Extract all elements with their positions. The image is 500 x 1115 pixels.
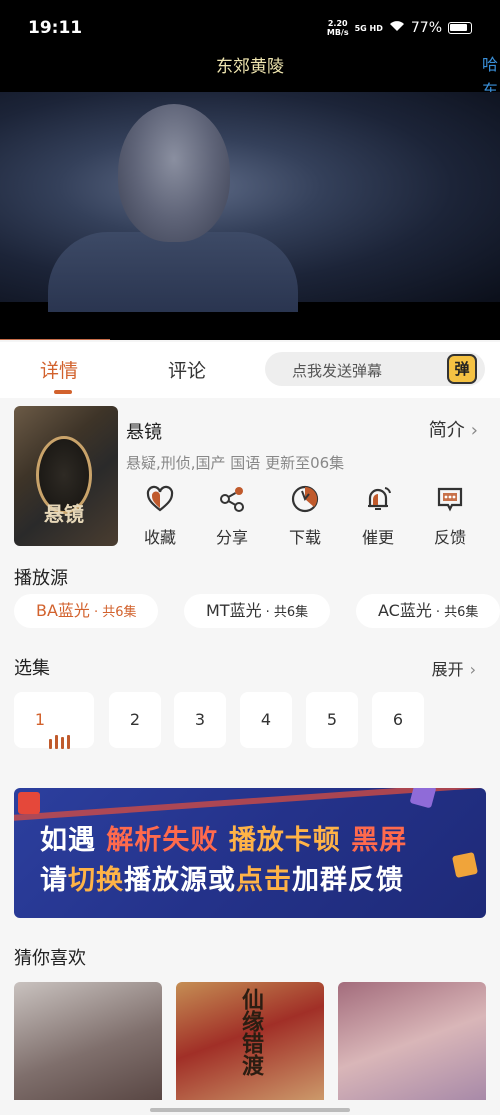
feedback-label: 反馈 xyxy=(433,528,466,547)
video-player[interactable]: 东郊黄陵 哈 东 xyxy=(0,40,500,340)
recommendations-heading: 猜你喜欢 xyxy=(14,948,86,969)
danmaku-toggle-icon[interactable]: 弹 xyxy=(447,354,477,384)
video-figure-head xyxy=(118,104,230,242)
share-button[interactable]: 分享 xyxy=(204,484,260,548)
favorite-label: 收藏 xyxy=(143,528,176,547)
status-time: 19:11 xyxy=(28,18,83,38)
wifi-icon xyxy=(389,20,405,36)
danmaku-input[interactable]: 点我发送弹幕 弹 xyxy=(265,352,485,386)
battery-icon xyxy=(448,22,472,34)
tab-detail[interactable]: 详情 xyxy=(40,356,78,383)
download-icon xyxy=(291,485,319,513)
episode-6-button[interactable]: 6 xyxy=(372,692,424,748)
download-button[interactable]: 下载 xyxy=(277,484,333,548)
video-title: 东郊黄陵 xyxy=(216,57,284,77)
source-list: BA蓝光 · 共6集 MT蓝光 · 共6集 AC蓝光 · 共6集 xyxy=(14,594,500,634)
status-icons: 2.20 MB/s 5G HD 77% xyxy=(327,19,472,37)
feedback-button[interactable]: 反馈 xyxy=(422,484,478,548)
help-banner[interactable]: 如遇 解析失败 播放卡顿 黑屏 请切换播放源或点击加群反馈 xyxy=(14,788,486,918)
show-meta: 悬疑,刑侦,国产 国语 更新至06集 xyxy=(126,454,345,472)
source-chip-mt[interactable]: MT蓝光 · 共6集 xyxy=(184,594,331,628)
playing-bars-icon xyxy=(49,693,73,749)
recommendation-card[interactable]: 仙缘错渡 xyxy=(176,982,324,1100)
chevron-right-icon: › xyxy=(470,420,478,441)
banner-line-1: 如遇 解析失败 播放卡顿 黑屏 xyxy=(40,825,408,856)
detail-tabs: 详情 评论 点我发送弹幕 弹 xyxy=(0,342,500,398)
action-bar: 收藏 分享 下载 催更 反馈 xyxy=(126,484,486,548)
chevron-right-icon: › xyxy=(469,660,476,679)
source-chip-ba[interactable]: BA蓝光 · 共6集 xyxy=(14,594,159,628)
episode-4-button[interactable]: 4 xyxy=(240,692,292,748)
recommendation-card[interactable] xyxy=(338,982,486,1100)
tab-comment[interactable]: 评论 xyxy=(168,356,206,383)
banner-deco-icon xyxy=(409,788,437,809)
episode-3-button[interactable]: 3 xyxy=(174,692,226,748)
share-label: 分享 xyxy=(215,528,248,547)
episode-1-button[interactable]: 1 xyxy=(14,692,94,749)
episode-list: 1 2 3 4 5 6 xyxy=(14,692,494,749)
episode-2-button[interactable]: 2 xyxy=(109,692,161,748)
network-speed: 2.20 MB/s xyxy=(326,19,349,37)
urge-update-label: 催更 xyxy=(361,528,394,547)
heart-icon xyxy=(146,485,174,512)
recommendation-title: 仙缘错渡 xyxy=(238,988,263,1076)
download-label: 下载 xyxy=(288,528,321,547)
banner-line-2: 请切换播放源或点击加群反馈 xyxy=(40,865,404,896)
show-title: 悬镜 xyxy=(126,422,162,443)
episodes-heading: 选集 xyxy=(14,658,50,679)
tab-indicator xyxy=(54,390,72,394)
favorite-button[interactable]: 收藏 xyxy=(132,484,188,548)
urge-update-button[interactable]: 催更 xyxy=(350,484,406,548)
recommendation-list: 仙缘错渡 xyxy=(14,982,500,1100)
episode-5-button[interactable]: 5 xyxy=(306,692,358,748)
video-figure xyxy=(48,232,298,312)
battery-percent: 77% xyxy=(410,20,442,36)
poster-title: 悬镜 xyxy=(44,502,84,526)
source-chip-ac[interactable]: AC蓝光 · 共6集 xyxy=(356,594,500,628)
signal-icon: 5G HD xyxy=(354,23,383,33)
recommendation-card[interactable] xyxy=(14,982,162,1100)
detail-panel: 悬镜 悬镜 简介 › 悬疑,刑侦,国产 国语 更新至06集 收藏 分享 下载 催… xyxy=(0,398,500,1100)
show-poster[interactable]: 悬镜 xyxy=(14,406,118,546)
banner-deco-icon xyxy=(451,851,479,879)
sources-heading: 播放源 xyxy=(14,568,68,589)
bell-icon xyxy=(368,487,391,510)
banner-deco-icon xyxy=(18,792,40,814)
danmaku-placeholder: 点我发送弹幕 xyxy=(292,362,383,380)
home-indicator xyxy=(150,1108,350,1112)
video-frame xyxy=(0,92,500,312)
feedback-icon xyxy=(437,487,463,512)
share-icon xyxy=(220,487,244,512)
intro-link[interactable]: 简介 › xyxy=(429,416,478,442)
video-progress-bar[interactable] xyxy=(0,339,110,340)
expand-episodes-link[interactable]: 展开 › xyxy=(432,656,476,680)
